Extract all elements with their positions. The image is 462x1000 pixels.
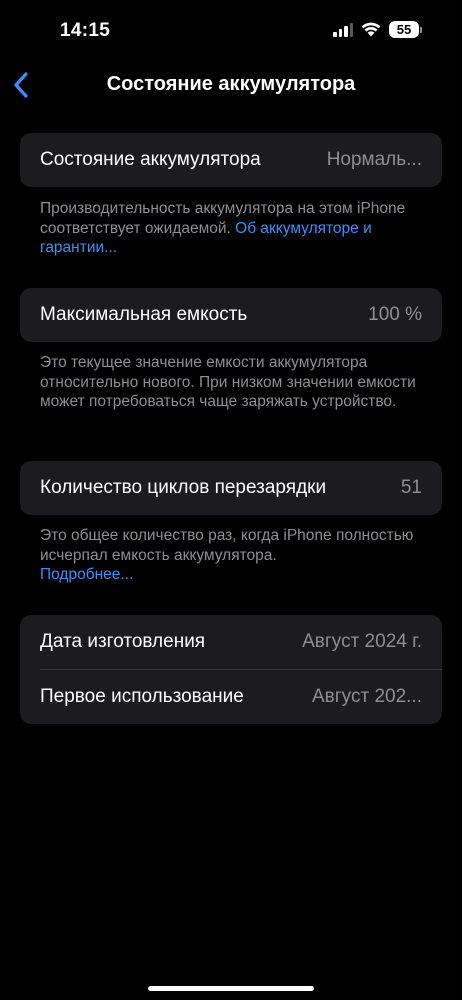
- status-bar: 14:15 55: [0, 0, 462, 60]
- status-time: 14:15: [60, 20, 111, 41]
- max-capacity-label: Максимальная емкость: [40, 304, 248, 325]
- cycle-count-value: 51: [400, 477, 422, 498]
- max-capacity-group: Максимальная емкость 100 %: [20, 288, 442, 342]
- cycle-count-group: Количество циклов перезарядки 51: [20, 461, 442, 515]
- page-title: Состояние аккумулятора: [106, 73, 356, 95]
- manufacture-date-row: Дата изготовления Август 2024 г.: [20, 615, 442, 669]
- home-indicator[interactable]: [148, 986, 314, 991]
- battery-health-row[interactable]: Состояние аккумулятора Нормаль...: [20, 133, 442, 187]
- max-capacity-footnote-text: Это текущее значение емкости аккумулятор…: [40, 354, 416, 410]
- battery-health-label: Состояние аккумулятора: [40, 149, 261, 170]
- battery-health-footnote: Производительность аккумулятора на этом …: [40, 199, 430, 258]
- navigation-bar: Состояние аккумулятора: [0, 60, 462, 110]
- dates-group: Дата изготовления Август 2024 г. Первое …: [20, 615, 442, 724]
- battery-health-value: Нормаль...: [326, 149, 422, 170]
- learn-more-link[interactable]: Подробнее...: [40, 566, 133, 583]
- wifi-icon: [361, 22, 381, 37]
- manufacture-date-label: Дата изготовления: [40, 631, 206, 652]
- status-icons: 55: [333, 21, 422, 38]
- manufacture-date-value: Август 2024 г.: [302, 631, 422, 652]
- battery-icon: 55: [389, 21, 422, 38]
- cellular-signal-icon: [333, 22, 353, 37]
- max-capacity-value: 100 %: [368, 304, 422, 325]
- first-use-row: Первое использование Август 202...: [20, 670, 442, 724]
- battery-level: 55: [389, 21, 419, 38]
- first-use-label: Первое использование: [40, 686, 244, 707]
- max-capacity-footnote: Это текущее значение емкости аккумулятор…: [40, 353, 430, 412]
- cycle-count-footnote: Это общее количество раз, когда iPhone п…: [40, 526, 430, 585]
- cycle-count-row: Количество циклов перезарядки 51: [20, 461, 442, 515]
- cycle-count-footnote-text: Это общее количество раз, когда iPhone п…: [40, 527, 414, 564]
- battery-health-group: Состояние аккумулятора Нормаль...: [20, 133, 442, 187]
- cycle-count-label: Количество циклов перезарядки: [40, 477, 327, 498]
- max-capacity-row: Максимальная емкость 100 %: [20, 288, 442, 342]
- first-use-value: Август 202...: [311, 686, 422, 707]
